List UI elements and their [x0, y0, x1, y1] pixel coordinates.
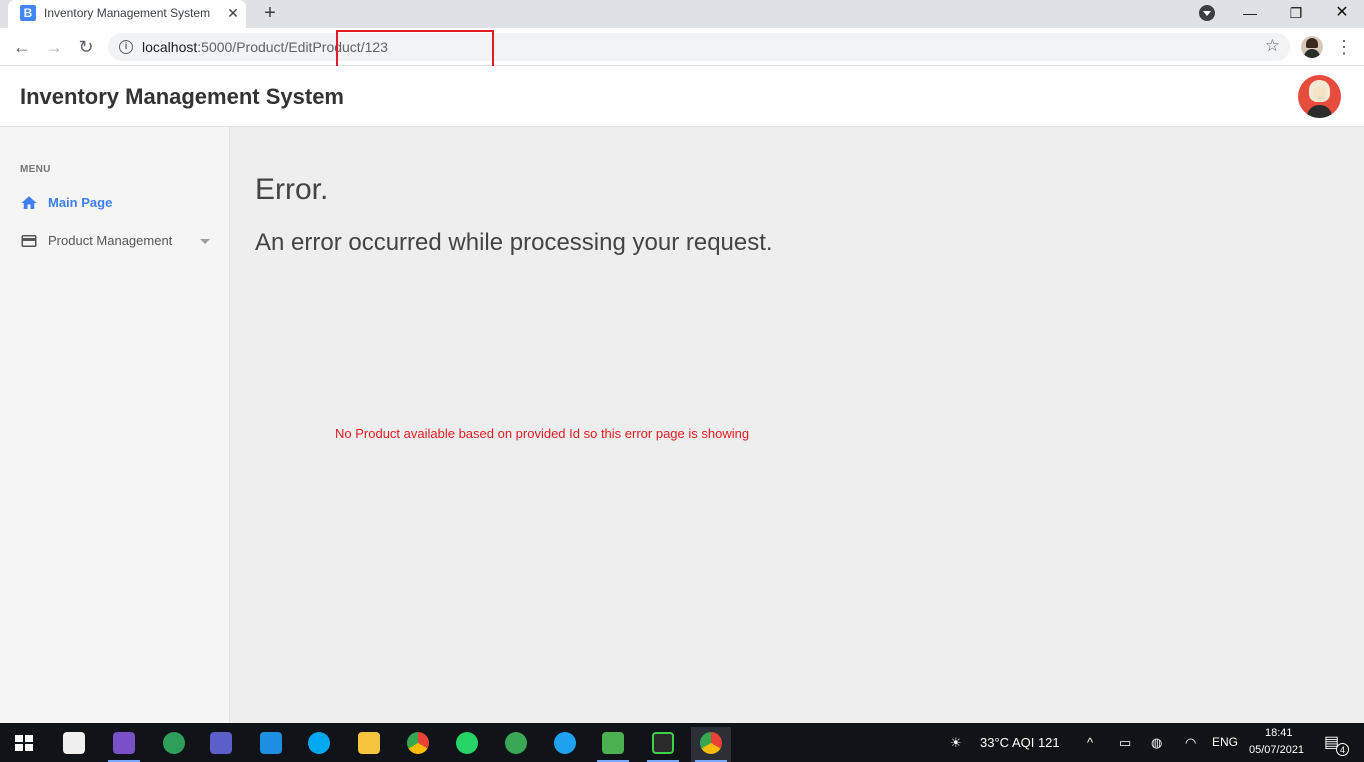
chrome-running-icon[interactable] — [691, 727, 731, 762]
error-heading: Error. — [255, 173, 329, 206]
browser-toolbar: ← → ↻ i localhost:5000/Product/EditProdu… — [0, 28, 1364, 66]
tab-search-icon[interactable] — [1199, 5, 1215, 21]
visual-studio-icon[interactable] — [104, 727, 144, 762]
browser-menu-icon[interactable]: ⋮ — [1334, 33, 1354, 61]
edge-icon[interactable] — [496, 727, 536, 762]
teams-icon[interactable] — [201, 727, 241, 762]
windows-start-icon[interactable] — [15, 735, 33, 751]
close-window-button[interactable]: ✕ — [1319, 0, 1364, 28]
chart-app-icon[interactable] — [593, 727, 633, 762]
sidebar-item-label: Main Page — [48, 195, 113, 210]
app-title: Inventory Management System — [20, 84, 344, 109]
address-bar[interactable]: i localhost:5000/Product/EditProduct/123… — [108, 33, 1290, 61]
clock-date[interactable]: 05/07/2021 — [1249, 744, 1304, 756]
user-avatar[interactable] — [1298, 75, 1341, 118]
tab-title: Inventory Management System — [44, 6, 211, 20]
error-annotation-note: No Product available based on provided I… — [335, 426, 750, 441]
new-tab-button[interactable]: + — [259, 2, 281, 24]
network-globe-icon[interactable]: ◍ — [1151, 723, 1162, 762]
app-favicon-icon: B — [20, 5, 36, 21]
home-icon — [21, 196, 37, 209]
forward-button[interactable]: → — [40, 33, 68, 61]
card-icon — [21, 235, 37, 247]
internet-explorer-icon[interactable] — [545, 727, 585, 762]
sidebar-item-product-management[interactable]: Product Management — [0, 224, 229, 258]
language-indicator[interactable]: ENG — [1212, 723, 1238, 762]
url-host: localhost — [142, 39, 198, 55]
notifications-icon[interactable]: ▤ — [1324, 723, 1339, 762]
browser-tab[interactable]: B Inventory Management System ✕ — [8, 0, 246, 28]
tray-chevron-up-icon[interactable]: ^ — [1087, 723, 1093, 762]
reload-button[interactable]: ↻ — [72, 33, 100, 61]
wifi-icon[interactable]: ◠ — [1185, 723, 1196, 762]
utility-app-icon[interactable] — [643, 727, 683, 762]
browser-tab-strip: B Inventory Management System ✕ + — ❐ ✕ — [0, 0, 1364, 28]
minimize-button[interactable]: — — [1227, 0, 1273, 28]
weather-icon[interactable]: ☀ — [950, 723, 962, 762]
whatsapp-icon[interactable] — [447, 727, 487, 762]
app-header: Inventory Management System — [0, 66, 1364, 127]
back-button[interactable]: ← — [8, 33, 36, 61]
bookmark-star-icon[interactable]: ☆ — [1265, 36, 1280, 56]
sidebar-item-label: Product Management — [48, 233, 173, 248]
menu-label: MENU — [20, 164, 51, 175]
tab-close-icon[interactable]: ✕ — [224, 4, 242, 22]
main-content: Error. An error occurred while processin… — [230, 127, 1364, 723]
windows-taskbar: ☀ 33°C AQI 121 ^ ▭ ◍ ◠ ENG 18:41 05/07/2… — [0, 723, 1364, 762]
clock-time[interactable]: 18:41 — [1265, 727, 1293, 739]
sidebar-item-main-page[interactable]: Main Page — [0, 186, 229, 220]
battery-icon[interactable]: ▭ — [1119, 723, 1131, 762]
file-explorer-icon[interactable] — [349, 727, 389, 762]
chrome-icon[interactable] — [398, 727, 438, 762]
error-subheading: An error occurred while processing your … — [255, 229, 773, 256]
notification-count-badge: 4 — [1336, 743, 1349, 756]
chevron-down-icon — [200, 239, 210, 244]
sidebar: MENU Main Page Product Management — [0, 127, 230, 723]
restore-button[interactable]: ❐ — [1273, 0, 1319, 28]
mail-icon[interactable] — [251, 727, 291, 762]
profile-avatar[interactable] — [1301, 36, 1323, 58]
store-icon[interactable] — [54, 727, 94, 762]
weather-text[interactable]: 33°C AQI 121 — [980, 723, 1060, 762]
skype-icon[interactable] — [299, 727, 339, 762]
maps-icon[interactable] — [154, 727, 194, 762]
site-info-icon[interactable]: i — [119, 40, 133, 54]
